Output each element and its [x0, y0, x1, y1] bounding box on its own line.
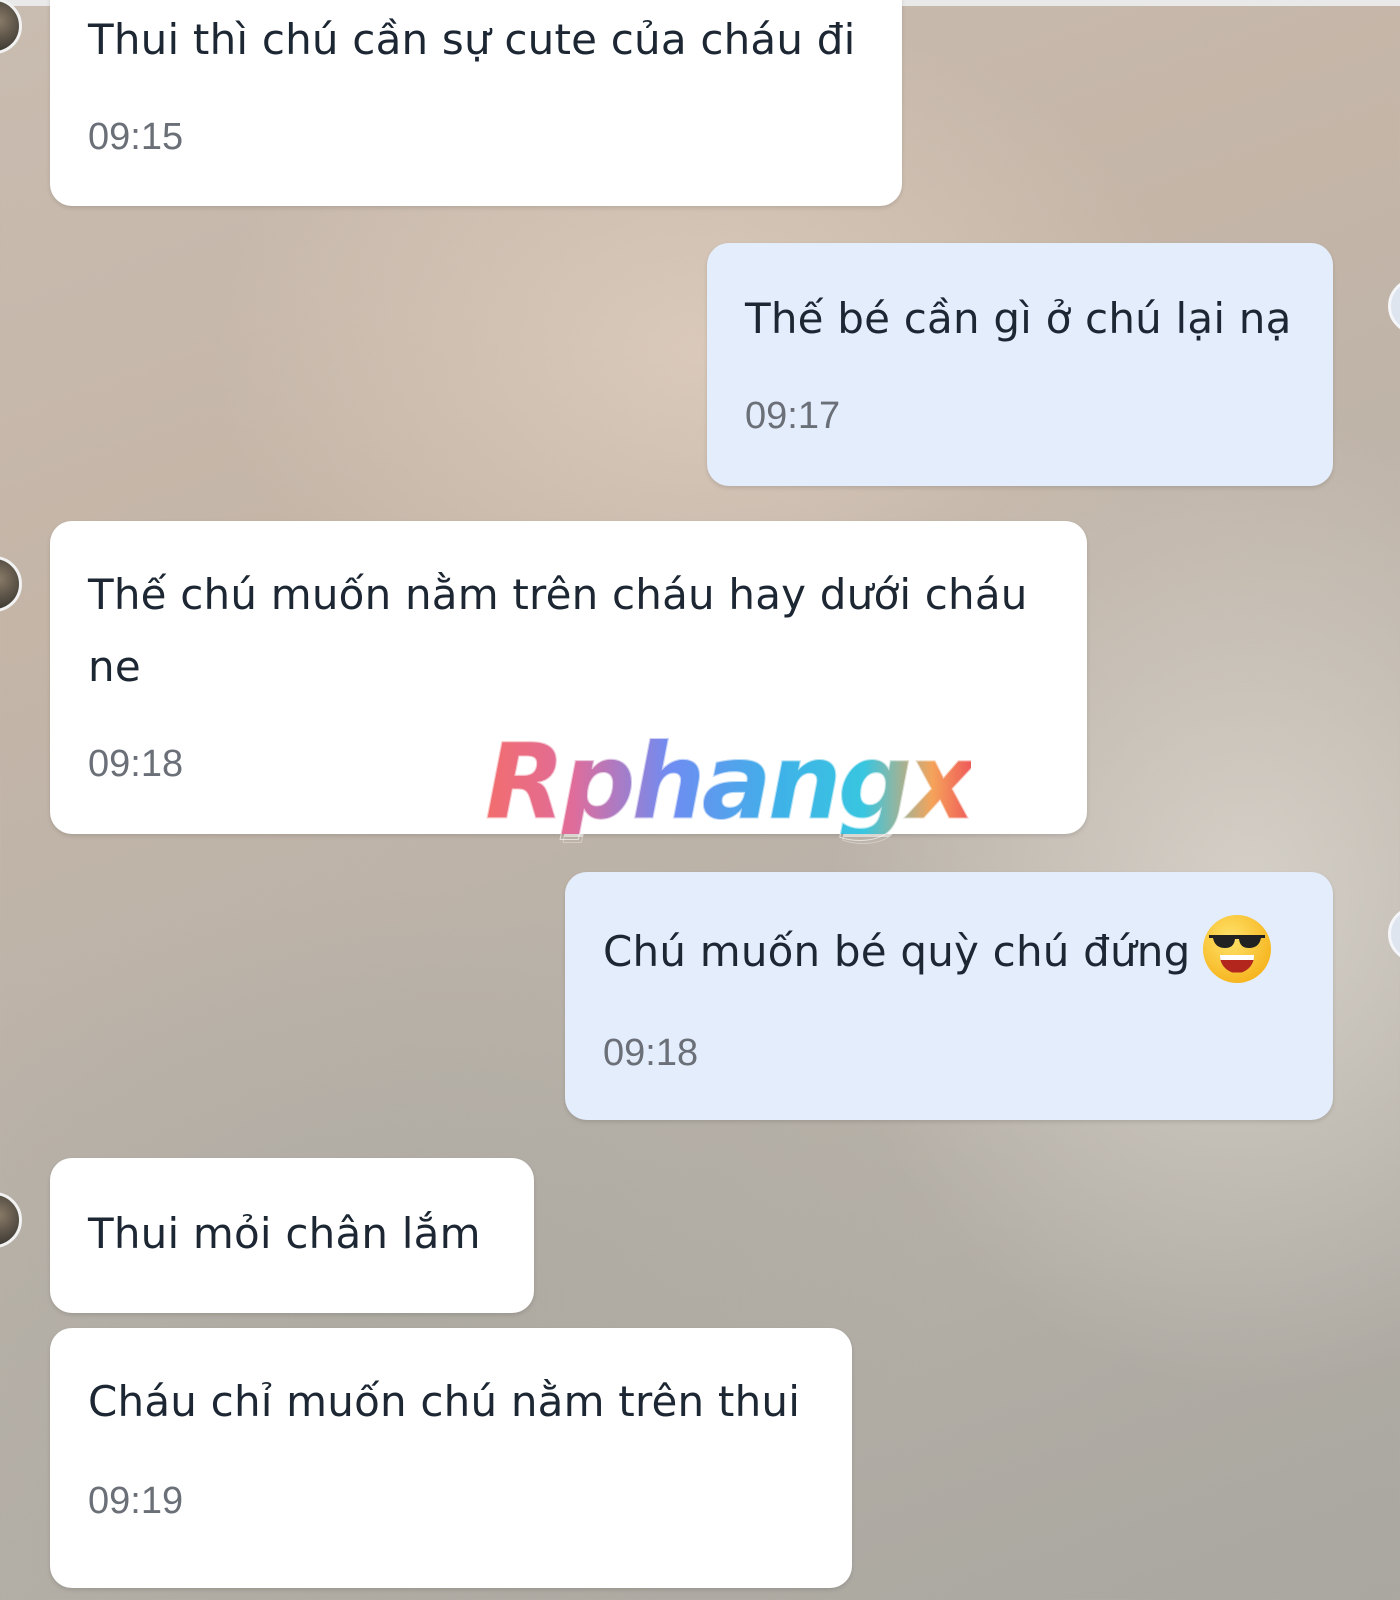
message-text-line-1: Thế chú muốn nằm trên cháu hay dưới cháu: [88, 570, 1028, 619]
message-text-content: Chú muốn bé quỳ chú đứng: [603, 927, 1191, 976]
message-timestamp: 09:18: [88, 743, 184, 785]
message-text: Chú muốn bé quỳ chú đứng: [603, 914, 1271, 989]
message-bubble-outgoing[interactable]: Chú muốn bé quỳ chú đứng 09:18: [565, 872, 1333, 1120]
message-text: Thế bé cần gì ở chú lại nạ: [745, 294, 1292, 343]
message-bubble-incoming[interactable]: Thui mỏi chân lắm: [50, 1158, 534, 1313]
message-text: Thui thì chú cần sự cute của cháu đi: [88, 15, 856, 64]
message-bubble-incoming[interactable]: Thui thì chú cần sự cute của cháu đi 09:…: [50, 0, 902, 206]
message-timestamp: 09:15: [88, 116, 184, 158]
message-text: Cháu chỉ muốn chú nằm trên thui: [88, 1377, 801, 1426]
sender-avatar[interactable]: [0, 1192, 22, 1248]
message-timestamp: 09:17: [745, 395, 841, 437]
message-bubble-incoming[interactable]: Cháu chỉ muốn chú nằm trên thui 09:19: [50, 1328, 852, 1588]
message-timestamp: 09:18: [603, 1032, 699, 1074]
smiling-face-with-sunglasses-icon: [1202, 914, 1271, 983]
message-timestamp: 09:19: [88, 1480, 184, 1522]
self-avatar[interactable]: [1388, 278, 1400, 334]
sender-avatar[interactable]: [0, 0, 22, 54]
self-avatar[interactable]: [1388, 906, 1400, 962]
sunglasses-icon: [1208, 934, 1265, 948]
sender-avatar[interactable]: [0, 556, 22, 612]
message-text-line-2: ne: [88, 642, 141, 691]
message-bubble-outgoing[interactable]: Thế bé cần gì ở chú lại nạ 09:17: [707, 243, 1333, 486]
emoji-mouth: [1219, 954, 1254, 973]
watermark-logo: Rphangx: [484, 721, 975, 843]
message-text: Thui mỏi chân lắm: [88, 1209, 481, 1258]
